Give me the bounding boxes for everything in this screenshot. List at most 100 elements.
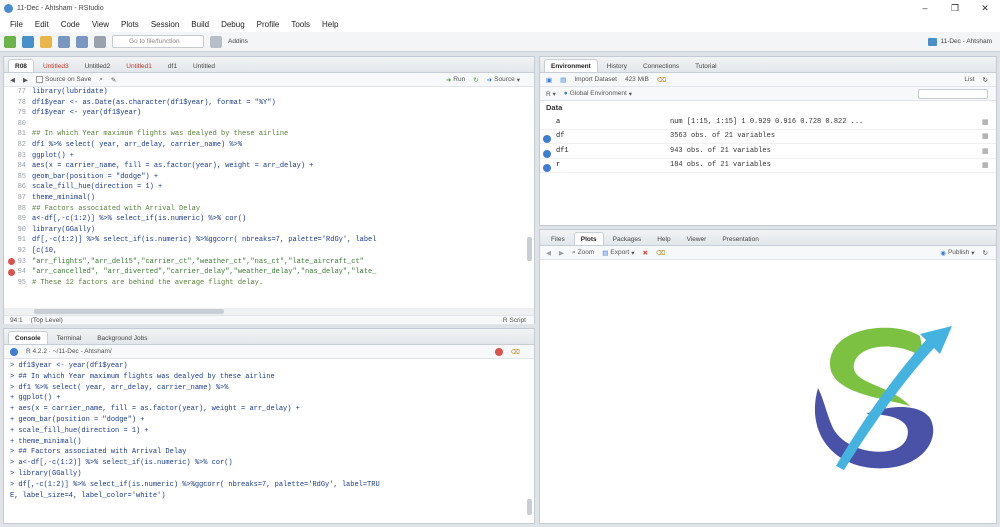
broom-icon[interactable]: ⌫ [657, 76, 666, 84]
zoom-button[interactable]: ⌕ Zoom [572, 249, 594, 257]
addins-menu[interactable]: Addins [228, 38, 248, 45]
tab-terminal[interactable]: Terminal [50, 331, 89, 344]
tab-untitled1[interactable]: Untitled1 [119, 59, 159, 72]
breakpoint-icon[interactable] [8, 258, 15, 265]
code-line[interactable]: 85 geom_bar(position = "dodge") + [4, 172, 534, 183]
environment-search-input[interactable] [918, 88, 988, 99]
view-data-icon[interactable]: ▦ [982, 118, 996, 126]
source-on-save-checkbox[interactable]: Source on Save [36, 76, 91, 83]
tab-help[interactable]: Help [650, 232, 677, 245]
code-line[interactable]: 93 "arr_flights","arr_del15","carrier_ct"… [4, 257, 534, 268]
clear-all-icon[interactable]: ⌫ [656, 249, 665, 257]
menu-code[interactable]: Code [55, 20, 86, 29]
code-line[interactable]: 89 a<-df[,-c(1:2)] %>% select_if(is.numer… [4, 214, 534, 225]
list-view-button[interactable]: List [964, 76, 974, 83]
code-line[interactable]: 79 df1$year <- year(df1$year) [4, 108, 534, 119]
tab-background-jobs[interactable]: Background Jobs [90, 331, 154, 344]
menu-build[interactable]: Build [185, 20, 215, 29]
tab-untitled3[interactable]: Untitled3 [36, 59, 76, 72]
tab-environment[interactable]: Environment [544, 59, 598, 72]
view-data-icon[interactable]: ▦ [982, 147, 996, 155]
stop-icon[interactable] [494, 347, 503, 356]
plot-canvas[interactable] [540, 260, 996, 523]
menu-profile[interactable]: Profile [251, 20, 286, 29]
back-arrow-icon[interactable]: ◀ [10, 76, 15, 84]
goto-file-input[interactable]: Go to file/function [112, 35, 204, 48]
forward-arrow-icon[interactable]: ▶ [23, 76, 28, 84]
code-line[interactable]: 80 [4, 119, 534, 130]
publish-button[interactable]: ◉ Publish ▾ [940, 249, 974, 257]
import-dataset-button[interactable]: Import Dataset [574, 76, 617, 83]
expand-icon[interactable] [543, 149, 551, 158]
code-line[interactable]: 87 theme_minimal() [4, 193, 534, 204]
console-scrollbar[interactable] [527, 499, 532, 515]
tab-plots[interactable]: Plots [573, 232, 604, 245]
menu-session[interactable]: Session [145, 20, 185, 29]
scope-dropdown[interactable]: ● Global Environment ▾ [564, 90, 632, 98]
close-window-button[interactable]: ✕ [970, 3, 1000, 14]
menu-tools[interactable]: Tools [285, 20, 316, 29]
code-line[interactable]: 95 # These 12 factors are behind the aver… [4, 278, 534, 289]
minimize-button[interactable]: – [910, 3, 940, 14]
code-line[interactable]: 86 scale_fill_hue(direction = 1) + [4, 182, 534, 193]
code-line[interactable]: 78 df1$year <- as.Date(as.character(df1$y… [4, 98, 534, 109]
code-line[interactable]: 77 library(lubridate) [4, 87, 534, 98]
menu-debug[interactable]: Debug [215, 20, 251, 29]
broom-icon[interactable]: ⌫ [511, 348, 520, 356]
tab-connections[interactable]: Connections [636, 59, 686, 72]
save-workspace-icon[interactable]: ▤ [560, 76, 566, 84]
expand-icon[interactable] [543, 164, 551, 173]
tab-files[interactable]: Files [544, 232, 572, 245]
file-type-label[interactable]: R Script [503, 317, 526, 324]
grid-layout-icon[interactable] [210, 35, 222, 48]
tab-presentation[interactable]: Presentation [715, 232, 766, 245]
menu-edit[interactable]: Edit [29, 20, 55, 29]
environment-row[interactable]: r 184 obs. of 21 variables ▦ [540, 159, 996, 173]
tab-r08[interactable]: R08 [8, 59, 34, 72]
code-line[interactable]: 82 df1 %>% select( year, arr_delay, carri… [4, 140, 534, 151]
source-button[interactable]: ➜ Source ▾ [487, 76, 520, 84]
new-file-icon[interactable] [4, 35, 16, 48]
breakpoint-icon[interactable] [8, 269, 15, 276]
new-project-icon[interactable] [22, 35, 34, 48]
refresh-icon[interactable]: ↻ [983, 76, 988, 84]
menu-plots[interactable]: Plots [115, 20, 145, 29]
tab-df1[interactable]: df1 [161, 59, 184, 72]
code-line[interactable]: 88 ## Factors associated with Arrival Del… [4, 204, 534, 215]
save-all-icon[interactable] [76, 35, 88, 48]
open-file-icon[interactable] [40, 35, 52, 48]
refresh-icon[interactable]: ↻ [983, 249, 988, 257]
tab-untitled2[interactable]: Untitled2 [78, 59, 118, 72]
environment-row[interactable]: df 3563 obs. of 21 variables ▦ [540, 130, 996, 144]
code-line[interactable]: 83 ggplot() + [4, 151, 534, 162]
menu-help[interactable]: Help [316, 20, 344, 29]
code-line[interactable]: 84 aes(x = carrier_name, fill = as.facto… [4, 161, 534, 172]
run-button[interactable]: ➜ Run [446, 76, 465, 84]
wand-icon[interactable]: ✎ [111, 76, 116, 84]
delete-plot-icon[interactable]: ✖ [642, 249, 647, 257]
tab-viewer[interactable]: Viewer [680, 232, 714, 245]
expand-icon[interactable] [543, 135, 551, 144]
tab-history[interactable]: History [600, 59, 634, 72]
project-menu[interactable]: 11-Dec - Ahtsham [928, 37, 992, 46]
code-line[interactable]: 81 ## In which Year maximum flights was d… [4, 129, 534, 140]
memory-usage[interactable]: 423 MiB [625, 76, 649, 83]
menu-view[interactable]: View [86, 20, 115, 29]
editor-vertical-scrollbar[interactable] [527, 237, 532, 261]
tab-console[interactable]: Console [8, 331, 48, 344]
code-line[interactable]: 91 df[,-c(1:2)] %>% select_if(is.numeric)… [4, 235, 534, 246]
export-button[interactable]: ▤ Export ▾ [602, 249, 634, 257]
r-language-icon[interactable]: R ▾ [546, 90, 556, 98]
tab-tutorial[interactable]: Tutorial [688, 59, 723, 72]
console-output[interactable]: > df1$year <- year(df1$year) > ## In whic… [4, 359, 534, 523]
back-arrow-icon[interactable]: ◀ [546, 249, 551, 257]
load-workspace-icon[interactable]: ▣ [546, 76, 552, 84]
environment-row[interactable]: a num [1:15, 1:15] 1 0.929 0.916 0.728 0.… [540, 115, 996, 130]
editor-horizontal-scrollbar[interactable] [4, 308, 534, 315]
code-area[interactable]: 77 library(lubridate) 78 df1$year <- as.Dat… [4, 87, 534, 308]
rerun-icon[interactable]: ↻ [473, 76, 478, 84]
menu-file[interactable]: File [4, 20, 29, 29]
search-icon[interactable]: ⌕ [99, 76, 103, 84]
print-icon[interactable] [94, 35, 106, 48]
forward-arrow-icon[interactable]: ▶ [559, 249, 564, 257]
